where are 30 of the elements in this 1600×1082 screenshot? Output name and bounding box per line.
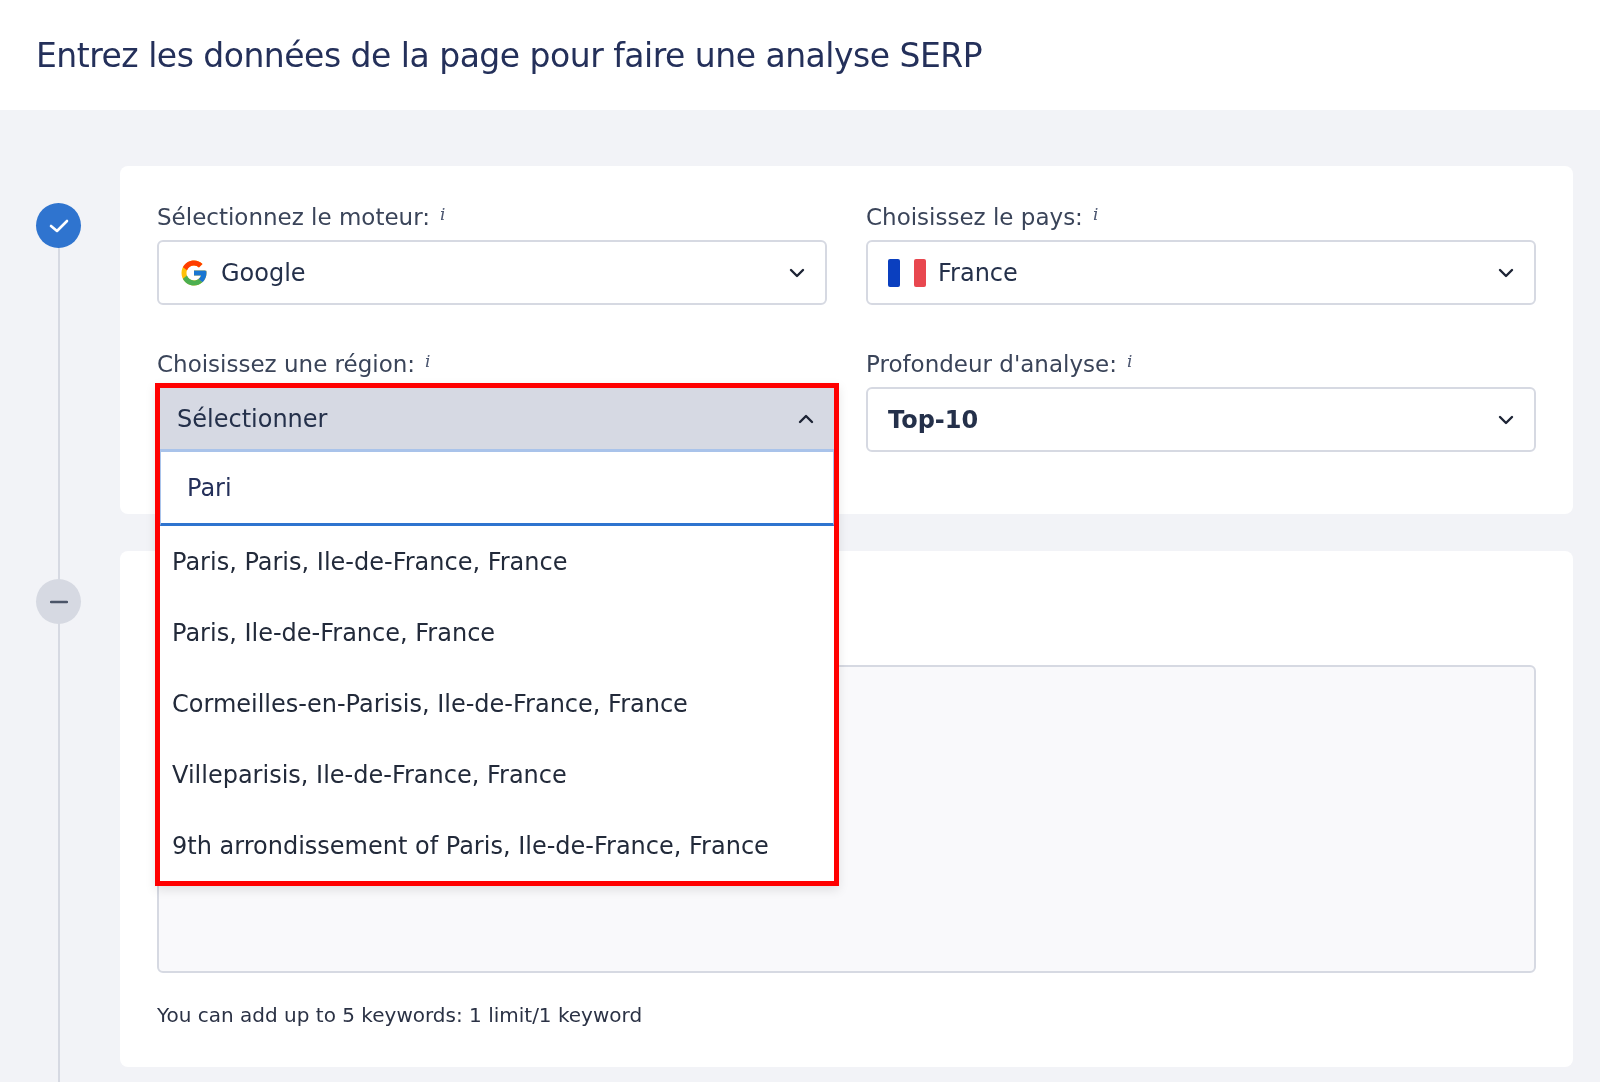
chevron-down-icon [1498,414,1514,425]
field-label: Choisissez une région: [157,351,416,377]
chevron-up-icon [798,413,814,424]
info-icon[interactable]: i [1126,351,1133,371]
select-field[interactable]: Google [157,240,827,305]
select-field[interactable]: Top-10 [866,387,1536,452]
check-icon [48,217,69,234]
chevron-down-icon [1498,267,1514,278]
info-icon[interactable]: i [425,351,431,371]
search-field[interactable]: Pari [160,451,834,526]
flag-icon [888,258,926,287]
field-label: Profondeur d'analyse: [866,351,1117,377]
dropdown-option[interactable]: Cormeilles-en-Parisis, Ile-de-France, France [160,668,834,739]
select-value: Top-10 [888,405,980,434]
dropdown-option[interactable]: Paris, Paris, Ile-de-France, France [160,526,834,597]
chevron-down-icon [789,267,805,278]
field-label: Choisissez le pays: [866,204,1083,230]
minus-icon [49,599,68,604]
select-field[interactable]: France [866,240,1536,305]
dropdown-option[interactable]: Paris, Ile-de-France, France [160,597,834,668]
info-icon[interactable]: i [1092,204,1099,224]
dropdown-option[interactable]: Villeparisis, Ile-de-France, France [160,739,834,810]
info-icon[interactable]: i [440,204,446,224]
select-value: Google [221,258,307,287]
page-title: Entrez les données de la page pour faire une analyse SERP [36,35,983,75]
dropdown-header[interactable]: Sélectionner [160,388,834,451]
select-value: France [938,258,1019,287]
dropdown-option[interactable]: 9th arrondissement of Paris, Ile-de-France, France [160,810,834,881]
field-label: Sélectionnez le moteur: [157,204,430,230]
keywords-hint: You can add up to 5 keywords: 1 limit/1 keyword [157,1003,644,1027]
